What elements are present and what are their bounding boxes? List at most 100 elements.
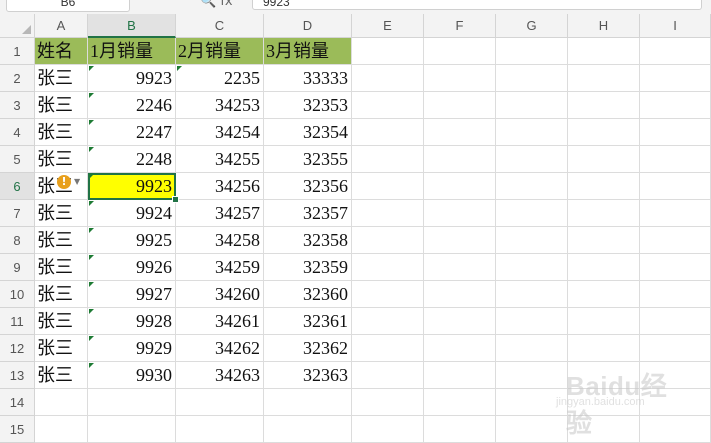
cell-e7[interactable] (352, 200, 424, 227)
cell-c15[interactable] (176, 416, 264, 443)
cell-d12[interactable]: 32362 (264, 335, 352, 362)
row-header-9[interactable]: 9 (0, 254, 35, 281)
row-header-2[interactable]: 2 (0, 65, 35, 92)
cell-c4[interactable]: 34254 (176, 119, 264, 146)
cell-e13[interactable] (352, 362, 424, 389)
cell-a9[interactable]: 张三 (35, 254, 88, 281)
select-all-corner[interactable] (0, 14, 35, 38)
cell-c10[interactable]: 34260 (176, 281, 264, 308)
cell-b9[interactable]: 9926 (88, 254, 176, 281)
cell-f15[interactable] (424, 416, 496, 443)
cell-f12[interactable] (424, 335, 496, 362)
cell-e2[interactable] (352, 65, 424, 92)
cell-i4[interactable] (640, 119, 711, 146)
cell-b1[interactable]: 1月销量 (88, 38, 176, 65)
cell-e9[interactable] (352, 254, 424, 281)
cell-e5[interactable] (352, 146, 424, 173)
cell-b8[interactable]: 9925 (88, 227, 176, 254)
cell-b13[interactable]: 9930 (88, 362, 176, 389)
column-header-i[interactable]: I (640, 14, 711, 38)
cell-i8[interactable] (640, 227, 711, 254)
cell-i6[interactable] (640, 173, 711, 200)
cell-i12[interactable] (640, 335, 711, 362)
cell-g2[interactable] (496, 65, 568, 92)
cell-e3[interactable] (352, 92, 424, 119)
cell-g5[interactable] (496, 146, 568, 173)
cell-d5[interactable]: 32355 (264, 146, 352, 173)
cell-b14[interactable] (88, 389, 176, 416)
cell-d4[interactable]: 32354 (264, 119, 352, 146)
cell-a11[interactable]: 张三 (35, 308, 88, 335)
cell-a13[interactable]: 张三 (35, 362, 88, 389)
cell-h6[interactable] (568, 173, 640, 200)
formula-function-icons[interactable]: 🔍 fx (200, 0, 233, 9)
cell-h3[interactable] (568, 92, 640, 119)
row-header-1[interactable]: 1 (0, 38, 35, 65)
cell-h10[interactable] (568, 281, 640, 308)
cell-f9[interactable] (424, 254, 496, 281)
cell-b4[interactable]: 2247 (88, 119, 176, 146)
column-header-a[interactable]: A (35, 14, 88, 38)
warning-dropdown-icon[interactable]: ▼ (74, 177, 80, 186)
cell-d8[interactable]: 32358 (264, 227, 352, 254)
cell-d13[interactable]: 32363 (264, 362, 352, 389)
column-header-g[interactable]: G (496, 14, 568, 38)
cell-f8[interactable] (424, 227, 496, 254)
cell-h8[interactable] (568, 227, 640, 254)
cell-b6[interactable]: 9923 (88, 173, 176, 200)
cell-c12[interactable]: 34262 (176, 335, 264, 362)
cell-b3[interactable]: 2246 (88, 92, 176, 119)
row-header-11[interactable]: 11 (0, 308, 35, 335)
row-header-12[interactable]: 12 (0, 335, 35, 362)
row-header-8[interactable]: 8 (0, 227, 35, 254)
row-header-7[interactable]: 7 (0, 200, 35, 227)
cell-c13[interactable]: 34263 (176, 362, 264, 389)
cell-b5[interactable]: 2248 (88, 146, 176, 173)
cell-e8[interactable] (352, 227, 424, 254)
cell-g10[interactable] (496, 281, 568, 308)
cell-a7[interactable]: 张三 (35, 200, 88, 227)
cell-c1[interactable]: 2月销量 (176, 38, 264, 65)
cell-i2[interactable] (640, 65, 711, 92)
cell-a2[interactable]: 张三 (35, 65, 88, 92)
cell-g12[interactable] (496, 335, 568, 362)
cell-c5[interactable]: 34255 (176, 146, 264, 173)
cell-c9[interactable]: 34259 (176, 254, 264, 281)
column-header-b[interactable]: B (88, 14, 176, 38)
cell-c8[interactable]: 34258 (176, 227, 264, 254)
row-header-3[interactable]: 3 (0, 92, 35, 119)
cell-a12[interactable]: 张三 (35, 335, 88, 362)
cell-i1[interactable] (640, 38, 711, 65)
cell-c3[interactable]: 34253 (176, 92, 264, 119)
cell-e6[interactable] (352, 173, 424, 200)
column-header-f[interactable]: F (424, 14, 496, 38)
cell-f14[interactable] (424, 389, 496, 416)
cell-a15[interactable] (35, 416, 88, 443)
cell-a8[interactable]: 张三 (35, 227, 88, 254)
cell-e14[interactable] (352, 389, 424, 416)
cell-h2[interactable] (568, 65, 640, 92)
cell-f7[interactable] (424, 200, 496, 227)
cell-a14[interactable] (35, 389, 88, 416)
row-header-10[interactable]: 10 (0, 281, 35, 308)
cell-e1[interactable] (352, 38, 424, 65)
cell-c7[interactable]: 34257 (176, 200, 264, 227)
formula-input[interactable]: 9923 (252, 0, 702, 10)
cell-d9[interactable]: 32359 (264, 254, 352, 281)
cell-i5[interactable] (640, 146, 711, 173)
cell-d1[interactable]: 3月销量 (264, 38, 352, 65)
cell-d2[interactable]: 33333 (264, 65, 352, 92)
cell-d15[interactable] (264, 416, 352, 443)
cell-a10[interactable]: 张三 (35, 281, 88, 308)
cell-g11[interactable] (496, 308, 568, 335)
cell-a3[interactable]: 张三 (35, 92, 88, 119)
name-box[interactable]: B6 (6, 0, 130, 12)
cell-h1[interactable] (568, 38, 640, 65)
row-header-14[interactable]: 14 (0, 389, 35, 416)
cell-e11[interactable] (352, 308, 424, 335)
cell-h9[interactable] (568, 254, 640, 281)
cell-f5[interactable] (424, 146, 496, 173)
cell-b2[interactable]: 9923 (88, 65, 176, 92)
cell-a4[interactable]: 张三 (35, 119, 88, 146)
cell-f3[interactable] (424, 92, 496, 119)
